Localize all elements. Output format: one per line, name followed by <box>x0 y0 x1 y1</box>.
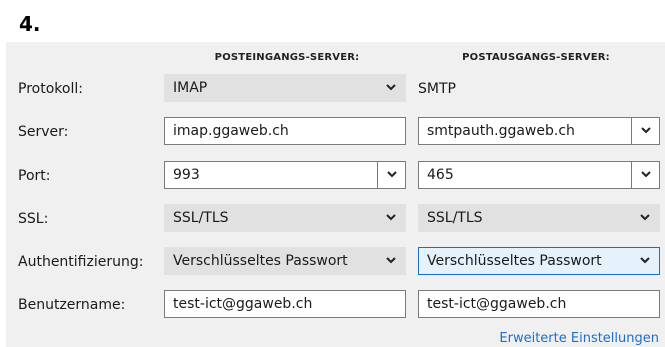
incoming-server-header: POSTEINGANGS-SERVER: <box>214 52 360 63</box>
incoming-authentication-select[interactable]: Verschlüsseltes Passwort <box>164 247 406 275</box>
incoming-protocol-value: IMAP <box>173 80 208 96</box>
chevron-down-icon <box>640 214 650 221</box>
outgoing-ssl-value: SSL/TLS <box>427 210 483 226</box>
chevron-down-icon <box>640 257 650 264</box>
incoming-port-value: 993 <box>173 167 200 183</box>
chevron-down-icon <box>641 171 651 178</box>
outgoing-username-input[interactable]: test-ict@ggaweb.ch <box>418 290 660 318</box>
outgoing-protocol-value: SMTP <box>418 81 456 97</box>
incoming-server-input[interactable]: imap.ggaweb.ch <box>164 117 406 145</box>
chevron-down-icon <box>386 84 396 91</box>
incoming-username-value: test-ict@ggaweb.ch <box>173 296 313 312</box>
outgoing-server-value: smtpauth.ggaweb.ch <box>427 123 575 139</box>
server-label: Server: <box>18 124 69 140</box>
advanced-settings-link[interactable]: Erweiterte Einstellungen <box>499 331 659 346</box>
outgoing-server-header: POSTAUSGANGS-SERVER: <box>462 52 610 63</box>
outgoing-username-value: test-ict@ggaweb.ch <box>427 296 567 312</box>
outgoing-authentication-value: Verschlüsseltes Passwort <box>427 253 602 269</box>
outgoing-authentication-select[interactable]: Verschlüsseltes Passwort <box>418 247 660 275</box>
outgoing-server-dropdown-button[interactable] <box>631 118 659 144</box>
protocol-label: Protokoll: <box>18 81 83 97</box>
port-label: Port: <box>18 168 51 184</box>
chevron-down-icon <box>386 214 396 221</box>
chevron-down-icon <box>641 127 651 134</box>
username-label: Benutzername: <box>18 297 126 313</box>
incoming-authentication-value: Verschlüsseltes Passwort <box>173 253 348 269</box>
outgoing-port-combo[interactable]: 465 <box>418 161 660 189</box>
incoming-ssl-select[interactable]: SSL/TLS <box>164 204 406 232</box>
chevron-down-icon <box>386 257 396 264</box>
ssl-label: SSL: <box>18 211 49 227</box>
incoming-protocol-select[interactable]: IMAP <box>164 74 406 102</box>
incoming-port-dropdown-button[interactable] <box>377 162 405 188</box>
outgoing-port-dropdown-button[interactable] <box>631 162 659 188</box>
incoming-port-combo[interactable]: 993 <box>164 161 406 189</box>
outgoing-port-value: 465 <box>427 167 454 183</box>
incoming-server-value: imap.ggaweb.ch <box>173 123 289 139</box>
chevron-down-icon <box>387 171 397 178</box>
authentication-label: Authentifizierung: <box>18 254 144 270</box>
outgoing-ssl-select[interactable]: SSL/TLS <box>418 204 660 232</box>
step-number: 4. <box>19 12 41 36</box>
incoming-username-input[interactable]: test-ict@ggaweb.ch <box>164 290 406 318</box>
incoming-ssl-value: SSL/TLS <box>173 210 229 226</box>
outgoing-server-combo[interactable]: smtpauth.ggaweb.ch <box>418 117 660 145</box>
